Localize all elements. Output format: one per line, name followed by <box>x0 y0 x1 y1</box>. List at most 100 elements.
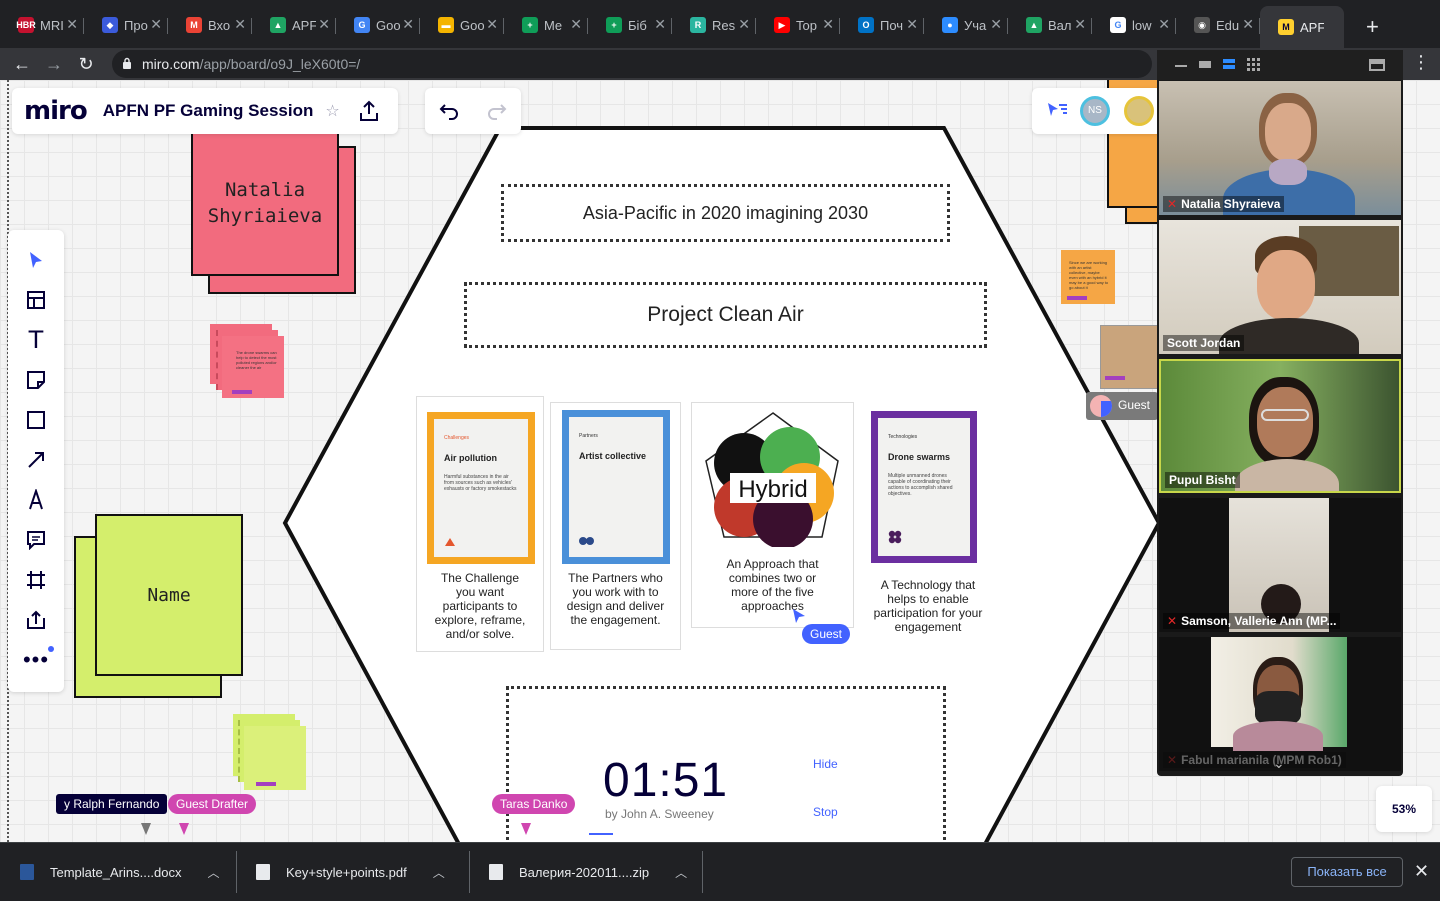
tab-close-icon[interactable]: ✕ <box>1074 16 1086 33</box>
timer-stop-button[interactable]: Stop <box>813 805 838 819</box>
frame-project[interactable]: Project Clean Air <box>464 282 987 348</box>
show-all-downloads-button[interactable]: Показать все <box>1291 857 1403 887</box>
arrow-tool-icon[interactable] <box>24 448 48 472</box>
participant-name: Pupul Bisht <box>1165 472 1240 488</box>
browser-tab[interactable]: O Поч ✕ <box>840 10 924 40</box>
tab-label: Вал <box>1048 17 1072 33</box>
card-challenge[interactable]: Challenges Air pollution Harmful substan… <box>416 396 544 652</box>
browser-tab[interactable]: ▲ APF ✕ <box>252 10 336 40</box>
exit-fullscreen-icon[interactable] <box>1369 59 1385 71</box>
collaborator-guest-badge: Guest <box>1086 392 1158 420</box>
pen-tool-icon[interactable] <box>24 488 48 512</box>
tab-close-icon[interactable]: ✕ <box>822 16 834 33</box>
tab-label: Me <box>544 17 563 33</box>
frame-tool-icon[interactable] <box>24 568 48 592</box>
tab-close-icon[interactable]: ✕ <box>1242 16 1254 33</box>
new-tab-button[interactable]: + <box>1366 14 1379 40</box>
browser-tab[interactable]: + Біб ✕ <box>588 10 672 40</box>
video-tile[interactable]: Scott Jordan <box>1159 220 1401 354</box>
video-tile[interactable]: ✕ Natalia Shyraieva <box>1159 81 1401 215</box>
tab-close-icon[interactable]: ✕ <box>570 16 582 33</box>
sticky-note-tool-icon[interactable] <box>24 368 48 392</box>
tab-close-icon[interactable]: ✕ <box>66 16 78 33</box>
browser-tab[interactable]: + Me ✕ <box>504 10 588 40</box>
text-tool-icon[interactable]: T <box>24 326 48 354</box>
sticky-name[interactable]: Name <box>95 514 243 676</box>
card-title: Air pollution <box>444 453 497 463</box>
card-partners[interactable]: Partners Artist collective The Partners … <box>550 402 681 650</box>
timer-hide-button[interactable]: Hide <box>813 757 838 771</box>
card-technology[interactable]: Technologies Drone swarms Multiple unman… <box>866 404 990 644</box>
minimize-icon[interactable] <box>1175 65 1187 67</box>
browser-tab[interactable]: M APF <box>1260 6 1344 48</box>
frame-asia-pacific[interactable]: Asia-Pacific in 2020 imagining 2030 <box>501 184 950 242</box>
more-tools-icon[interactable]: ••• <box>23 647 48 672</box>
back-button[interactable]: ← <box>10 52 34 76</box>
browser-tab[interactable]: ● Уча ✕ <box>924 10 1008 40</box>
browser-tab[interactable]: ▶ Top ✕ <box>756 10 840 40</box>
share-upload-icon[interactable] <box>358 100 380 122</box>
video-tile[interactable]: ✕ Fabul marianila (MPM Rob1) ⌄ <box>1159 637 1401 771</box>
tab-close-icon[interactable]: ✕ <box>1158 16 1170 33</box>
tab-favicon-icon: HBR <box>16 17 36 33</box>
scroll-down-icon[interactable]: ⌄ <box>1273 755 1285 771</box>
speaker-view-icon[interactable] <box>1223 59 1235 69</box>
browser-tab[interactable]: Glow ✕ <box>1092 10 1176 40</box>
view-small-icon[interactable] <box>1199 61 1211 68</box>
download-filename: Key+style+points.pdf <box>286 864 407 880</box>
browser-tab[interactable]: R Res ✕ <box>672 10 756 40</box>
miro-left-toolbar: T ••• <box>8 230 64 692</box>
mini-sticky-pink[interactable]: The drone swarms can help to detect the … <box>222 336 284 398</box>
browser-tab[interactable]: ▲ Вал ✕ <box>1008 10 1092 40</box>
chevron-up-icon[interactable]: ︿ <box>675 864 687 881</box>
forward-button[interactable]: → <box>42 52 66 76</box>
browser-tab[interactable]: M Вхо ✕ <box>168 10 252 40</box>
tab-close-icon[interactable]: ✕ <box>654 16 666 33</box>
file-icon <box>256 864 270 880</box>
browser-menu-icon[interactable]: ⋮ <box>1412 52 1430 73</box>
card-title: Drone swarms <box>888 452 951 462</box>
cursor-filter-icon[interactable] <box>1046 101 1068 121</box>
undo-icon[interactable] <box>439 102 459 120</box>
shape-tool-icon[interactable] <box>24 408 48 432</box>
tab-close-icon[interactable]: ✕ <box>150 16 162 33</box>
tab-close-icon[interactable]: ✕ <box>234 16 246 33</box>
tab-close-icon[interactable]: ✕ <box>990 16 1002 33</box>
tab-close-icon[interactable]: ✕ <box>402 16 414 33</box>
avatar[interactable] <box>1124 96 1154 126</box>
select-tool-icon[interactable] <box>24 248 48 272</box>
tab-close-icon[interactable]: ✕ <box>906 16 918 33</box>
reload-button[interactable]: ↻ <box>74 52 98 76</box>
chevron-up-icon[interactable]: ︿ <box>433 864 445 881</box>
cursor-pointer-icon <box>179 823 189 835</box>
download-item[interactable]: Валерия-202011....zip ︿ <box>489 843 687 901</box>
browser-tab[interactable]: ◉ Edu ✕ <box>1176 10 1260 40</box>
gallery-view-icon[interactable] <box>1247 58 1261 72</box>
download-item[interactable]: Template_Arins....docx ︿ <box>20 843 220 901</box>
miro-logo[interactable]: miro <box>12 96 103 126</box>
close-icon[interactable]: ✕ <box>1414 861 1429 882</box>
video-tile[interactable]: ✕ Samson, Vallerie Ann (MP... <box>1159 498 1401 632</box>
card-title: Artist collective <box>579 451 647 461</box>
browser-tab[interactable]: ▬ Goo ✕ <box>420 10 504 40</box>
download-item[interactable]: Key+style+points.pdf ︿ <box>256 843 445 901</box>
video-tile-active-speaker[interactable]: Pupul Bisht <box>1159 359 1401 493</box>
card-kicker: Technologies <box>888 434 918 440</box>
chevron-up-icon[interactable]: ︿ <box>208 864 220 881</box>
avatar-ns[interactable]: NS <box>1080 96 1110 126</box>
browser-tab[interactable]: G Goo ✕ <box>336 10 420 40</box>
comment-tool-icon[interactable] <box>24 528 48 552</box>
tab-close-icon[interactable]: ✕ <box>486 16 498 33</box>
board-title[interactable]: APFN PF Gaming Session <box>103 101 314 121</box>
tab-close-icon[interactable]: ✕ <box>318 16 330 33</box>
redo-icon[interactable] <box>487 102 507 120</box>
tab-close-icon[interactable]: ✕ <box>738 16 750 33</box>
zoom-level[interactable]: 53% <box>1376 786 1432 832</box>
upload-tool-icon[interactable] <box>24 608 48 632</box>
address-bar[interactable]: miro.com/app/board/o9J_leX60t0=/ <box>112 50 1152 78</box>
browser-tab[interactable]: ◆ Про ✕ <box>84 10 168 40</box>
star-icon[interactable]: ☆ <box>325 101 339 121</box>
card-hybrid[interactable]: Hybrid An Approach that combines two or … <box>691 402 854 628</box>
browser-tab[interactable]: HBR MRI ✕ <box>0 10 84 40</box>
templates-tool-icon[interactable] <box>24 288 48 312</box>
